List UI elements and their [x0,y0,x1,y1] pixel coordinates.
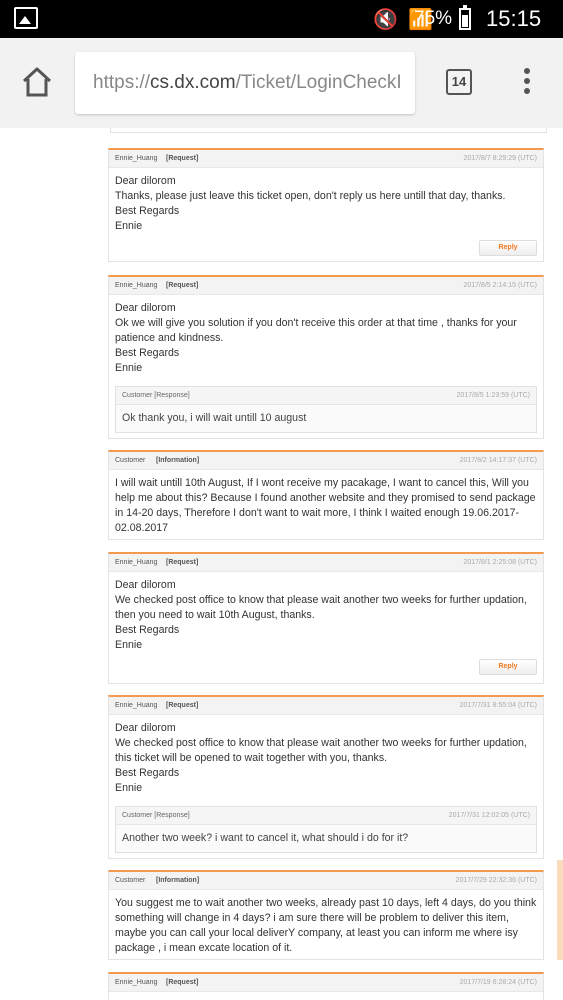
message-card: Customer [Information] 2017/8/2 14:17:37… [108,450,544,540]
message-type: [Information] [156,877,200,884]
message-line: Dear dilorom [115,579,176,591]
response-header: Customer [Response] 2017/7/31 12:02:05 (… [116,807,536,825]
reply-button[interactable]: Reply [479,240,537,256]
message-card: Ennie_Huang [Request] 2017/8/7 8:29:29 (… [108,148,544,262]
message-type: [Request] [166,559,199,566]
message-line: We checked post office to know that plea… [115,594,527,621]
response-author: Customer [Response] [122,812,190,819]
message-header: Customer [Information] 2017/7/29 22:32:3… [109,872,543,890]
message-header: Ennie_Huang [Request] 2017/8/5 2:14:15 (… [109,277,543,295]
message-line: Thanks, please just leave this ticket op… [115,190,506,202]
message-type: [Request] [166,702,199,709]
response-timestamp: 2017/8/5 1:23:59 (UTC) [456,392,530,399]
message-author: Ennie_Huang [115,979,158,986]
message-line: Ok we will give you solution if you don'… [115,317,517,344]
gallery-notification-icon [14,7,38,29]
message-body: Dear dilorom We checked post office to k… [109,572,543,657]
browser-toolbar: https://cs.dx.com/Ticket/LoginCheckI 14 [0,38,563,128]
scroll-indicator [557,860,563,960]
message-header: Ennie_Huang [Request] 2017/8/1 2:25:08 (… [109,554,543,572]
message-author: Ennie_Huang [115,702,158,709]
customer-response: Customer [Response] 2017/8/5 1:23:59 (UT… [115,386,537,433]
battery-percent: 75% [414,8,453,29]
message-body: Dear dilorom We checked post office to k… [109,715,543,800]
message-timestamp: 2017/8/7 8:29:29 (UTC) [463,155,537,162]
response-timestamp: 2017/7/31 12:02:05 (UTC) [448,812,530,819]
message-author: Ennie_Huang [115,155,158,162]
message-line: You suggest me to wait another two weeks… [115,897,537,954]
message-author: Customer [115,877,146,884]
message-card: Customer [Information] 2017/7/29 22:32:3… [108,870,544,960]
message-header: Customer [Information] 2017/8/2 14:17:37… [109,452,543,470]
message-line: Dear dilorom [115,175,176,187]
message-author: Ennie_Huang [115,559,158,566]
message-card: Ennie_Huang [Request] 2017/7/31 8:55:04 … [108,695,544,859]
message-line: Ennie [115,782,143,794]
response-text: Another two week? i want to cancel it, w… [122,832,409,844]
response-text: Ok thank you, i will wait untill 10 augu… [122,412,307,424]
response-author: Customer [Response] [122,392,190,399]
battery-icon [459,5,471,30]
response-header: Customer [Response] 2017/8/5 1:23:59 (UT… [116,387,536,405]
message-author: Ennie_Huang [115,282,158,289]
ticket-thread: Ennie_Huang [Request] 2017/8/7 8:29:29 (… [0,128,563,1000]
clock: 15:15 [486,6,542,31]
message-line: Dear dilorom [115,302,176,314]
overflow-menu-icon[interactable] [520,68,534,98]
message-timestamp: 2017/7/29 22:32:36 (UTC) [455,877,537,884]
tab-switcher-button[interactable]: 14 [446,69,472,95]
reply-button[interactable]: Reply [479,659,537,675]
message-line: We checked post office to know that plea… [115,737,527,764]
message-type: [Information] [156,457,200,464]
mute-icon: 🔇 [373,7,399,31]
message-body: Dear dilorom Ok we will give you solutio… [109,295,543,380]
url-text: https://cs.dx.com/Ticket/LoginCheckI [93,72,402,93]
reply-row: Reply [109,657,543,679]
message-timestamp: 2017/7/19 6:28:24 (UTC) [459,979,537,986]
message-line: Best Regards [115,767,180,779]
customer-response: Customer [Response] 2017/7/31 12:02:05 (… [115,806,537,853]
message-card: Ennie_Huang [Request] 2017/7/19 6:28:24 … [108,972,544,1000]
reply-row: Reply [109,238,543,260]
message-timestamp: 2017/8/2 14:17:37 (UTC) [459,457,537,464]
message-author: Customer [115,457,146,464]
message-line: Ennie [115,220,143,232]
previous-message-edge [110,128,547,133]
message-line: Ennie [115,362,143,374]
message-header: Ennie_Huang [Request] 2017/8/7 8:29:29 (… [109,150,543,168]
message-line: Best Regards [115,347,180,359]
message-header: Ennie_Huang [Request] 2017/7/31 8:55:04 … [109,697,543,715]
message-body: You suggest me to wait another two weeks… [109,890,543,960]
home-icon[interactable] [20,66,54,98]
message-body: I will wait untill 10th August, If I won… [109,470,543,540]
message-timestamp: 2017/7/31 8:55:04 (UTC) [459,702,537,709]
message-body: Dear dilorom Thanks, please just leave t… [109,168,543,238]
message-line: Best Regards [115,205,180,217]
message-card: Ennie_Huang [Request] 2017/8/5 2:14:15 (… [108,275,544,439]
message-header: Ennie_Huang [Request] 2017/7/19 6:28:24 … [109,974,543,992]
message-card: Ennie_Huang [Request] 2017/8/1 2:25:08 (… [108,552,544,684]
message-line: Best Regards [115,624,180,636]
message-type: [Request] [166,155,199,162]
message-line: I will wait untill 10th August, If I won… [115,477,536,534]
message-line: Ennie [115,639,143,651]
message-timestamp: 2017/8/5 2:14:15 (UTC) [463,282,537,289]
message-type: [Request] [166,979,199,986]
status-bar: 🔇 📶 75% 15:15 [0,0,563,38]
message-type: [Request] [166,282,199,289]
message-line: Dear dilorom [115,722,176,734]
url-bar[interactable]: https://cs.dx.com/Ticket/LoginCheckI [75,52,415,114]
message-timestamp: 2017/8/1 2:25:08 (UTC) [463,559,537,566]
